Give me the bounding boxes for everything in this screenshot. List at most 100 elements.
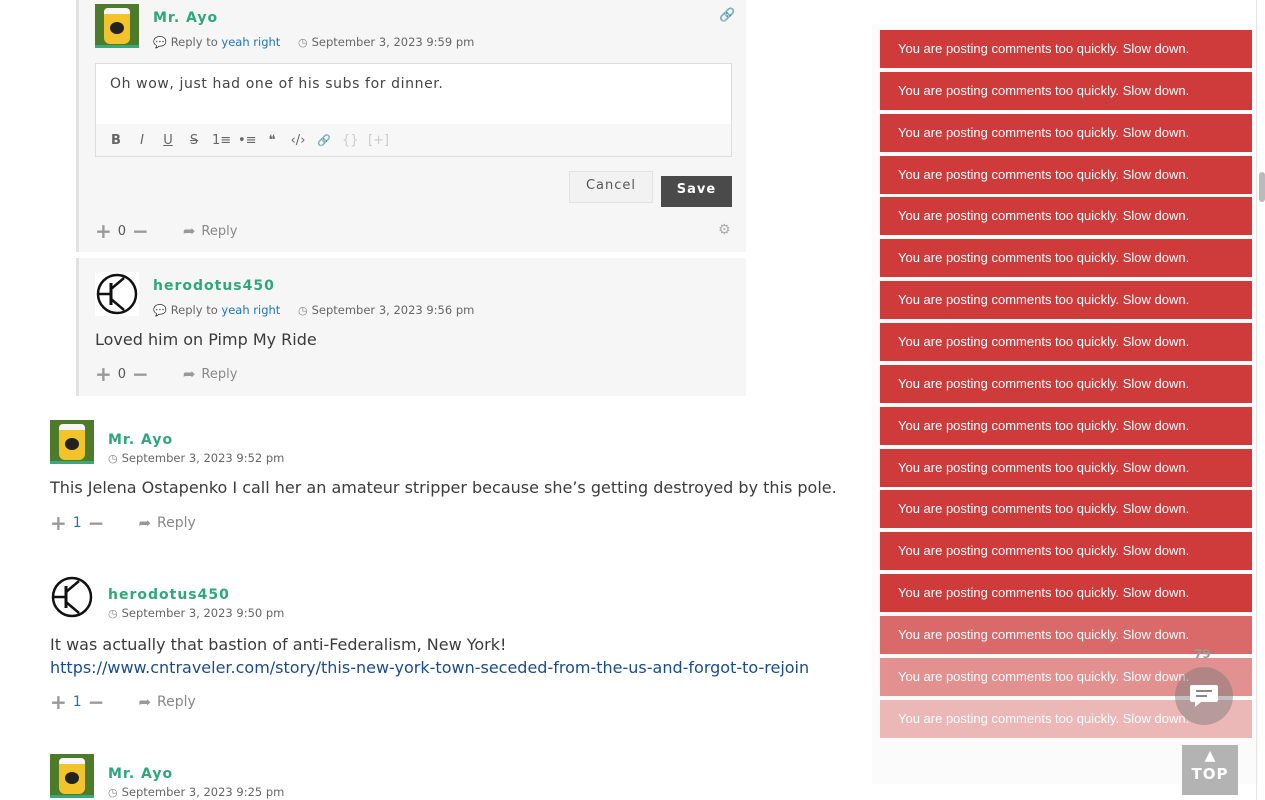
comment-actions: + 1 − ➦ Reply — [50, 690, 196, 714]
reply-to-link[interactable]: yeah right — [221, 35, 280, 49]
permalink-icon[interactable]: 🔗 — [719, 8, 735, 23]
clock-icon: ◷ — [297, 304, 308, 317]
avatar[interactable] — [50, 575, 94, 619]
vote-score: 1 — [72, 515, 82, 531]
comment-author[interactable]: Mr. Ayo — [108, 766, 173, 782]
bullet-list-icon[interactable]: •≡ — [238, 133, 257, 148]
clock-icon: ◷ — [297, 36, 308, 49]
comment-date[interactable]: September 3, 2023 9:59 pm — [312, 35, 475, 49]
avatar[interactable] — [50, 754, 94, 798]
reply-link[interactable]: Reply — [201, 367, 237, 382]
bold-icon[interactable]: B — [108, 133, 124, 148]
notification-toast[interactable]: You are posting comments too quickly. Sl… — [880, 532, 1252, 570]
upvote-icon[interactable]: + — [95, 362, 112, 386]
downvote-icon[interactable]: − — [132, 219, 149, 243]
reply-arrow-icon[interactable]: ➦ — [183, 365, 196, 383]
notification-toast[interactable]: You are posting comments too quickly. Sl… — [880, 323, 1252, 361]
reply-to-prefix: Reply to — [170, 35, 218, 49]
spoiler-icon[interactable]: {} — [342, 133, 359, 148]
comment-date[interactable]: September 3, 2023 9:50 pm — [122, 606, 285, 620]
comment-date[interactable]: September 3, 2023 9:56 pm — [312, 303, 475, 317]
more-icon[interactable]: [+] — [368, 133, 389, 148]
comment-meta: ◷ September 3, 2023 9:52 pm — [108, 451, 284, 465]
notification-toast[interactable]: You are posting comments too quickly. Sl… — [880, 30, 1252, 68]
notification-toast[interactable]: You are posting comments too quickly. Sl… — [880, 114, 1252, 152]
notification-toast[interactable]: You are posting comments too quickly. Sl… — [880, 197, 1252, 235]
downvote-icon[interactable]: − — [88, 511, 105, 535]
clock-icon: ◷ — [108, 607, 118, 620]
italic-icon[interactable]: I — [134, 133, 150, 148]
comment-edit-box[interactable]: Oh wow, just had one of his subs for din… — [95, 63, 732, 157]
reply-to-icon: 💬 — [153, 36, 167, 49]
chat-icon — [1190, 685, 1218, 707]
vote-score: 0 — [117, 366, 127, 382]
downvote-icon[interactable]: − — [88, 690, 105, 714]
comment-author[interactable]: herodotus450 — [108, 587, 230, 603]
comment-external-link[interactable]: https://www.cntraveler.com/story/this-ne… — [50, 658, 809, 677]
notification-toast[interactable]: You are posting comments too quickly. Sl… — [880, 365, 1252, 403]
reply-link[interactable]: Reply — [157, 515, 196, 531]
gear-icon[interactable]: ⚙ — [718, 222, 731, 238]
notification-toast[interactable]: You are posting comments too quickly. Sl… — [880, 72, 1252, 110]
comment-text-line: It was actually that bastion of anti-Fed… — [50, 635, 507, 654]
comment-count: 79 — [1194, 647, 1211, 661]
scroll-top-button[interactable]: ▲ TOP — [1182, 745, 1238, 795]
ordered-list-icon[interactable]: 1≡ — [212, 133, 231, 148]
avatar[interactable] — [95, 4, 139, 48]
upvote-icon[interactable]: + — [50, 511, 67, 535]
quote-icon[interactable]: ❝ — [264, 133, 280, 148]
upvote-icon[interactable]: + — [95, 219, 112, 243]
comment-text: Loved him on Pimp My Ride — [95, 330, 317, 349]
avatar[interactable] — [95, 272, 139, 316]
underline-icon[interactable]: U — [160, 133, 176, 148]
comment-thread: Mr. Ayo 💬 Reply to yeah right ◷ September … — [0, 0, 837, 800]
notification-toast[interactable]: You are posting comments too quickly. Sl… — [880, 449, 1252, 487]
comment-actions: + 0 − ➦ Reply — [95, 219, 237, 243]
notification-toast[interactable]: You are posting comments too quickly. Sl… — [880, 490, 1252, 528]
link-icon[interactable]: 🔗 — [316, 134, 332, 147]
scrollbar-thumb[interactable] — [1259, 172, 1265, 202]
comment-meta: ◷ September 3, 2023 9:50 pm — [108, 606, 284, 620]
clock-icon: ◷ — [108, 786, 118, 799]
downvote-icon[interactable]: − — [132, 362, 149, 386]
notification-toast[interactable]: You are posting comments too quickly. Sl… — [880, 574, 1252, 612]
clock-icon: ◷ — [108, 452, 118, 465]
comment-actions: + 0 − ➦ Reply — [95, 362, 237, 386]
cancel-button[interactable]: Cancel — [569, 171, 653, 203]
vote-score: 1 — [72, 694, 82, 710]
reply-arrow-icon[interactable]: ➦ — [138, 514, 151, 532]
arrow-up-icon: ▲ — [1204, 748, 1216, 764]
comment-text: It was actually that bastion of anti-Fed… — [50, 633, 809, 679]
notification-toast[interactable]: You are posting comments too quickly. Sl… — [880, 407, 1252, 445]
reply-link[interactable]: Reply — [201, 224, 237, 239]
comment-author[interactable]: Mr. Ayo — [153, 10, 218, 26]
reply-to-prefix: Reply to — [170, 303, 218, 317]
vote-score: 0 — [117, 223, 127, 239]
code-icon[interactable]: ‹/› — [290, 133, 306, 148]
chat-bubble-button[interactable] — [1175, 667, 1233, 725]
save-button[interactable]: Save — [661, 176, 732, 207]
reply-arrow-icon[interactable]: ➦ — [138, 693, 151, 711]
notification-toast[interactable]: You are posting comments too quickly. Sl… — [880, 239, 1252, 277]
reply-arrow-icon[interactable]: ➦ — [183, 222, 196, 240]
editor-toolbar: B I U S 1≡ •≡ ❝ ‹/› 🔗 {} [+] — [96, 124, 731, 156]
avatar[interactable] — [50, 420, 94, 464]
scroll-top-label: TOP — [1191, 765, 1229, 783]
comment-actions: + 1 − ➦ Reply — [50, 511, 196, 535]
reply-link[interactable]: Reply — [157, 694, 196, 710]
upvote-icon[interactable]: + — [50, 690, 67, 714]
comment-date[interactable]: September 3, 2023 9:25 pm — [122, 785, 285, 799]
page-edge — [1256, 0, 1257, 800]
reply-to-link[interactable]: yeah right — [221, 303, 280, 317]
comment-meta: ◷ September 3, 2023 9:25 pm — [108, 785, 284, 799]
strikethrough-icon[interactable]: S — [186, 133, 202, 148]
comment-text: This Jelena Ostapenko I call her an amat… — [50, 478, 837, 497]
notification-toast[interactable]: You are posting comments too quickly. Sl… — [880, 156, 1252, 194]
comment-author[interactable]: herodotus450 — [153, 278, 275, 294]
comment-meta: 💬 Reply to yeah right ◷ September 3, 2023 … — [153, 35, 474, 49]
comment-edit-field[interactable]: Oh wow, just had one of his subs for din… — [110, 76, 443, 92]
comment-date[interactable]: September 3, 2023 9:52 pm — [122, 451, 285, 465]
notification-toast[interactable]: You are posting comments too quickly. Sl… — [880, 281, 1252, 319]
comment-author[interactable]: Mr. Ayo — [108, 432, 173, 448]
reply-to-icon: 💬 — [153, 304, 167, 317]
